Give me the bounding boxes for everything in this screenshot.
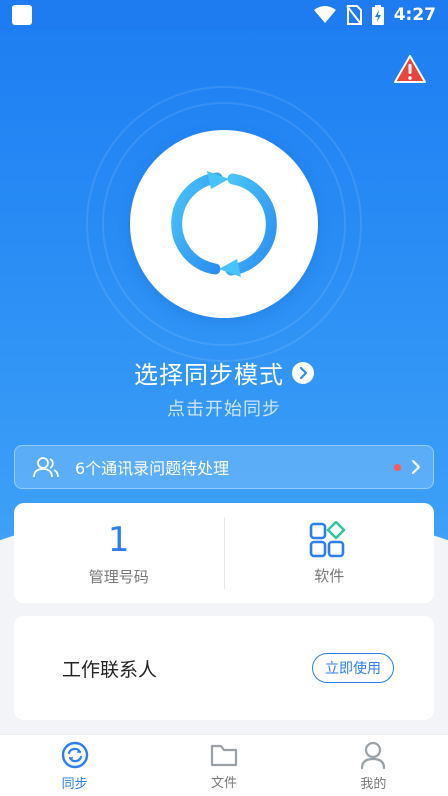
notice-text: 6个通讯录问题待处理 (75, 459, 230, 478)
warning-icon[interactable] (394, 54, 426, 84)
work-contacts-title: 工作联系人 (62, 658, 158, 681)
sync-arrows-icon (171, 171, 277, 277)
unread-dot (394, 463, 401, 471)
contacts-issue-banner[interactable]: 6个通讯录问题待处理 (14, 445, 434, 489)
folder-icon (210, 744, 238, 766)
users-icon (33, 457, 59, 478)
tab-label: 文件 (210, 775, 237, 791)
bottom-tab-bar: 同步 文件 我的 (0, 734, 448, 796)
stats-card: 1 管理号码 软件 (14, 503, 434, 603)
mode-title: 选择同步模式 (134, 361, 284, 389)
status-time: 4:27 (393, 5, 436, 25)
tab-me[interactable]: 我的 (299, 735, 448, 796)
chevron-right-icon (292, 361, 314, 384)
notification-icon (12, 5, 32, 25)
managed-numbers-stat[interactable]: 1 管理号码 (14, 503, 224, 603)
chevron-right-icon (411, 460, 421, 474)
software-stat[interactable]: 软件 (225, 503, 435, 603)
tab-sync[interactable]: 同步 (0, 735, 149, 796)
status-bar: 4:27 (0, 0, 448, 30)
apps-icon (309, 520, 346, 557)
use-now-button[interactable]: 立即使用 (312, 653, 394, 683)
tab-label: 我的 (360, 776, 387, 792)
work-contacts-card: 工作联系人 立即使用 (14, 616, 434, 720)
managed-numbers-label: 管理号码 (88, 567, 149, 586)
battery-charging-icon (371, 5, 384, 25)
tab-label: 同步 (61, 776, 88, 792)
software-label: 软件 (314, 566, 345, 585)
no-sim-icon (345, 5, 362, 25)
select-mode-link[interactable]: 选择同步模式 (0, 355, 448, 390)
mode-subtitle: 点击开始同步 (167, 399, 281, 420)
managed-numbers-count: 1 (107, 519, 130, 560)
tab-files[interactable]: 文件 (149, 735, 298, 796)
wifi-icon (313, 6, 336, 23)
sync-start-button[interactable] (130, 130, 318, 318)
sync-icon (61, 741, 88, 768)
user-icon (361, 741, 386, 769)
